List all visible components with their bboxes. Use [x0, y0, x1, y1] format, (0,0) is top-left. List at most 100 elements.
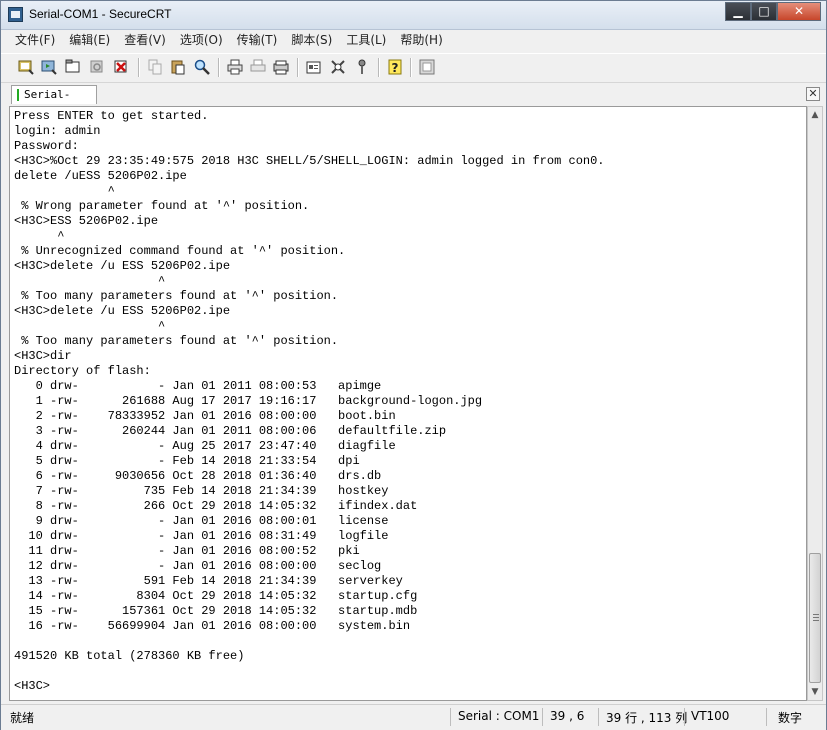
menu-options[interactable]: 选项(O)	[172, 30, 229, 51]
keymap-icon[interactable]	[353, 58, 371, 76]
menu-file[interactable]: 文件(F)	[7, 30, 61, 51]
sftp-icon[interactable]	[418, 58, 436, 76]
terminal-line: <H3C>ESS 5206P02.ipe	[14, 214, 159, 228]
terminal-line: % Unrecognized command found at '^' posi…	[14, 244, 346, 258]
terminal-line: login: admin	[14, 124, 101, 138]
terminal-line: delete /uESS 5206P02.ipe	[14, 169, 187, 183]
terminal-line: 6 -rw- 9030656 Oct 28 2018 01:36:40 drs.…	[14, 469, 382, 483]
terminal-line: 11 drw- - Jan 01 2016 08:00:52 pki	[14, 544, 360, 558]
status-ready: 就绪	[10, 711, 35, 725]
terminal-line: % Too many parameters found at '^' posit…	[14, 334, 339, 348]
terminal-line: 13 -rw- 591 Feb 14 2018 21:34:39 serverk…	[14, 574, 403, 588]
toolbar-separator	[297, 58, 299, 77]
status-num-lock: 数字	[778, 711, 803, 725]
find-icon[interactable]	[193, 58, 211, 76]
toolbar-separator	[410, 58, 412, 77]
terminal-line: ^	[14, 274, 166, 288]
terminal-line: <H3C>dir	[14, 349, 72, 363]
terminal-line: 12 drw- - Jan 01 2016 08:00:00 seclog	[14, 559, 382, 573]
status-divider	[542, 708, 543, 726]
terminal-line: % Wrong parameter found at '^' position.	[14, 199, 310, 213]
maximize-button[interactable]: □	[751, 2, 777, 21]
vertical-scrollbar[interactable]: ▲ ▼	[807, 106, 823, 701]
terminal-line: 15 -rw- 157361 Oct 29 2018 14:05:32 star…	[14, 604, 418, 618]
menu-script[interactable]: 脚本(S)	[283, 30, 338, 51]
terminal-output[interactable]: Press ENTER to get started. login: admin P…	[9, 106, 807, 701]
status-divider	[598, 708, 599, 726]
terminal-line: ^	[14, 229, 65, 243]
status-divider	[766, 708, 767, 726]
menu-tools[interactable]: 工具(L)	[338, 30, 392, 51]
toolbar-separator	[378, 58, 380, 77]
menu-view[interactable]: 查看(V)	[116, 30, 172, 51]
terminal-line: 16 -rw- 56699904 Jan 01 2016 08:00:00 sy…	[14, 619, 411, 633]
tab-bar: Serial-COM1	[1, 83, 826, 119]
securecrt-window: Serial-COM1 - SecureCRT ▁ □ ✕ 文件(F) 编辑(E…	[0, 0, 827, 730]
scrollbar-grip	[813, 620, 819, 621]
terminal-line: 10 drw- - Jan 01 2016 08:31:49 logfile	[14, 529, 389, 543]
terminal-line: 5 drw- - Feb 14 2018 21:33:54 dpi	[14, 454, 360, 468]
terminal-text: Press ENTER to get started. login: admin P…	[14, 109, 605, 694]
scrollbar-grip	[813, 617, 819, 618]
terminal-line: <H3C>delete /u ESS 5206P02.ipe	[14, 304, 231, 318]
menu-transfer[interactable]: 传输(T)	[229, 30, 284, 51]
terminal-line: <H3C>	[14, 679, 51, 693]
session-options-icon[interactable]	[305, 58, 323, 76]
status-connection: Serial : COM1	[458, 709, 540, 723]
print-screen-icon[interactable]	[272, 58, 290, 76]
terminal-line: Password:	[14, 139, 79, 153]
securecrt-app-icon	[8, 7, 23, 22]
minimize-button[interactable]: ▁	[725, 2, 751, 21]
reconnect-icon[interactable]	[88, 58, 106, 76]
disconnect-icon[interactable]	[112, 58, 130, 76]
paste-icon[interactable]	[169, 58, 187, 76]
quick-connect-icon[interactable]	[40, 58, 58, 76]
terminal-line: 7 -rw- 735 Feb 14 2018 21:34:39 hostkey	[14, 484, 389, 498]
help-icon[interactable]: ?	[386, 58, 404, 76]
connect-icon[interactable]	[17, 58, 35, 76]
terminal-line: 8 -rw- 266 Oct 29 2018 14:05:32 ifindex.…	[14, 499, 418, 513]
terminal-line: <H3C>delete /u ESS 5206P02.ipe	[14, 259, 231, 273]
scrollbar-thumb[interactable]	[809, 553, 821, 683]
terminal-line: 4 drw- - Aug 25 2017 23:47:40 diagfile	[14, 439, 396, 453]
title-bar[interactable]: Serial-COM1 - SecureCRT ▁ □ ✕	[1, 1, 826, 30]
print-setup-icon[interactable]	[249, 58, 267, 76]
tab-active-marker	[17, 89, 19, 101]
terminal-line: <H3C>%Oct 29 23:35:49:575 2018 H3C SHELL…	[14, 154, 605, 168]
menu-edit[interactable]: 编辑(E)	[61, 30, 116, 51]
scroll-up-arrow-icon[interactable]: ▲	[808, 107, 822, 123]
connect-tab-icon[interactable]	[64, 58, 82, 76]
toolbar-separator	[218, 58, 220, 77]
window-title: Serial-COM1 - SecureCRT	[29, 7, 172, 21]
terminal-line: 3 -rw- 260244 Jan 01 2011 08:00:06 defau…	[14, 424, 447, 438]
status-emulation: VT100	[691, 709, 730, 723]
close-button[interactable]: ✕	[777, 2, 821, 21]
toolbar-separator	[138, 58, 140, 77]
terminal-line: % Too many parameters found at '^' posit…	[14, 289, 339, 303]
terminal-line: ^	[14, 319, 166, 333]
menu-bar: 文件(F) 编辑(E) 查看(V) 选项(O) 传输(T) 脚本(S) 工具(L…	[1, 30, 826, 51]
menu-help[interactable]: 帮助(H)	[392, 30, 448, 51]
svg-text:?: ?	[392, 61, 399, 75]
terminal-line: 14 -rw- 8304 Oct 29 2018 14:05:32 startu…	[14, 589, 418, 603]
terminal-line: Directory of flash:	[14, 364, 151, 378]
print-icon[interactable]	[226, 58, 244, 76]
status-cursor: 39 , 6	[550, 709, 585, 723]
terminal-line: 9 drw- - Jan 01 2016 08:00:01 license	[14, 514, 389, 528]
scrollbar-grip	[813, 614, 819, 615]
status-divider	[450, 708, 451, 726]
status-size: 39 行 , 113 列	[606, 711, 688, 725]
status-bar: 就绪 Serial : COM1 39 , 6 39 行 , 113 列 VT1…	[1, 704, 826, 730]
terminal-line: 0 drw- - Jan 01 2011 08:00:53 apimge	[14, 379, 382, 393]
close-tab-icon[interactable]: ✕	[806, 87, 820, 101]
status-divider	[684, 708, 685, 726]
copy-icon[interactable]	[146, 58, 164, 76]
terminal-line: ^	[14, 184, 115, 198]
terminal-line: 2 -rw- 78333952 Jan 01 2016 08:00:00 boo…	[14, 409, 396, 423]
global-options-icon[interactable]	[329, 58, 347, 76]
terminal-line: 1 -rw- 261688 Aug 17 2017 19:16:17 backg…	[14, 394, 483, 408]
scroll-down-arrow-icon[interactable]: ▼	[808, 684, 822, 700]
tab-serial-com1[interactable]: Serial-COM1	[11, 85, 97, 119]
